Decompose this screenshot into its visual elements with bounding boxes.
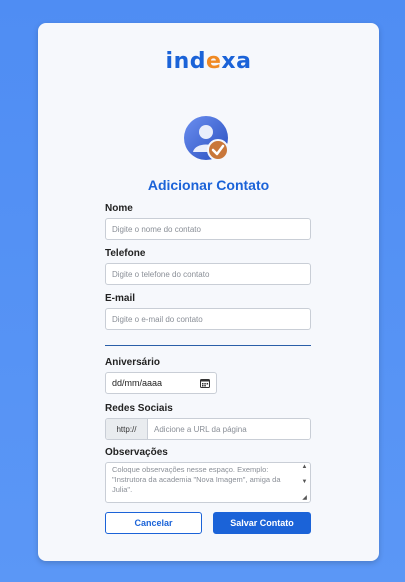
scroll-down-icon[interactable]: ▼: [302, 479, 308, 485]
email-label: E-mail: [105, 293, 136, 304]
check-badge-icon: [207, 139, 229, 161]
resize-handle-icon[interactable]: ◢: [302, 494, 307, 501]
calendar-icon[interactable]: [200, 378, 210, 388]
url-prefix: http://: [106, 419, 148, 439]
indexa-logo: indexa: [165, 49, 252, 74]
notes-textarea[interactable]: [105, 462, 311, 503]
birthday-date-value: dd/mm/aaaa: [112, 378, 163, 388]
notes-label: Observações: [105, 447, 168, 458]
scroll-up-icon[interactable]: ▲: [302, 464, 308, 470]
birthday-label: Aniversário: [105, 357, 161, 368]
user-avatar-icon: [184, 115, 234, 165]
notes-scroll-control[interactable]: ▲ ▼ ◢: [299, 463, 310, 502]
page-title: Adicionar Contato: [147, 177, 270, 193]
name-input[interactable]: [105, 218, 311, 240]
social-label: Redes Sociais: [105, 403, 173, 414]
cancel-button[interactable]: Cancelar: [105, 512, 202, 534]
save-contact-button[interactable]: Salvar Contato: [213, 512, 311, 534]
form-card: indexa Adicionar Contato Nome Telefone E…: [38, 23, 379, 561]
phone-input[interactable]: [105, 263, 311, 285]
social-url-input[interactable]: [148, 419, 310, 439]
email-input[interactable]: [105, 308, 311, 330]
name-label: Nome: [105, 203, 133, 214]
section-divider: [105, 345, 311, 346]
social-url-group: http://: [105, 418, 311, 440]
birthday-date-input[interactable]: dd/mm/aaaa: [105, 372, 217, 394]
phone-label: Telefone: [105, 248, 146, 259]
